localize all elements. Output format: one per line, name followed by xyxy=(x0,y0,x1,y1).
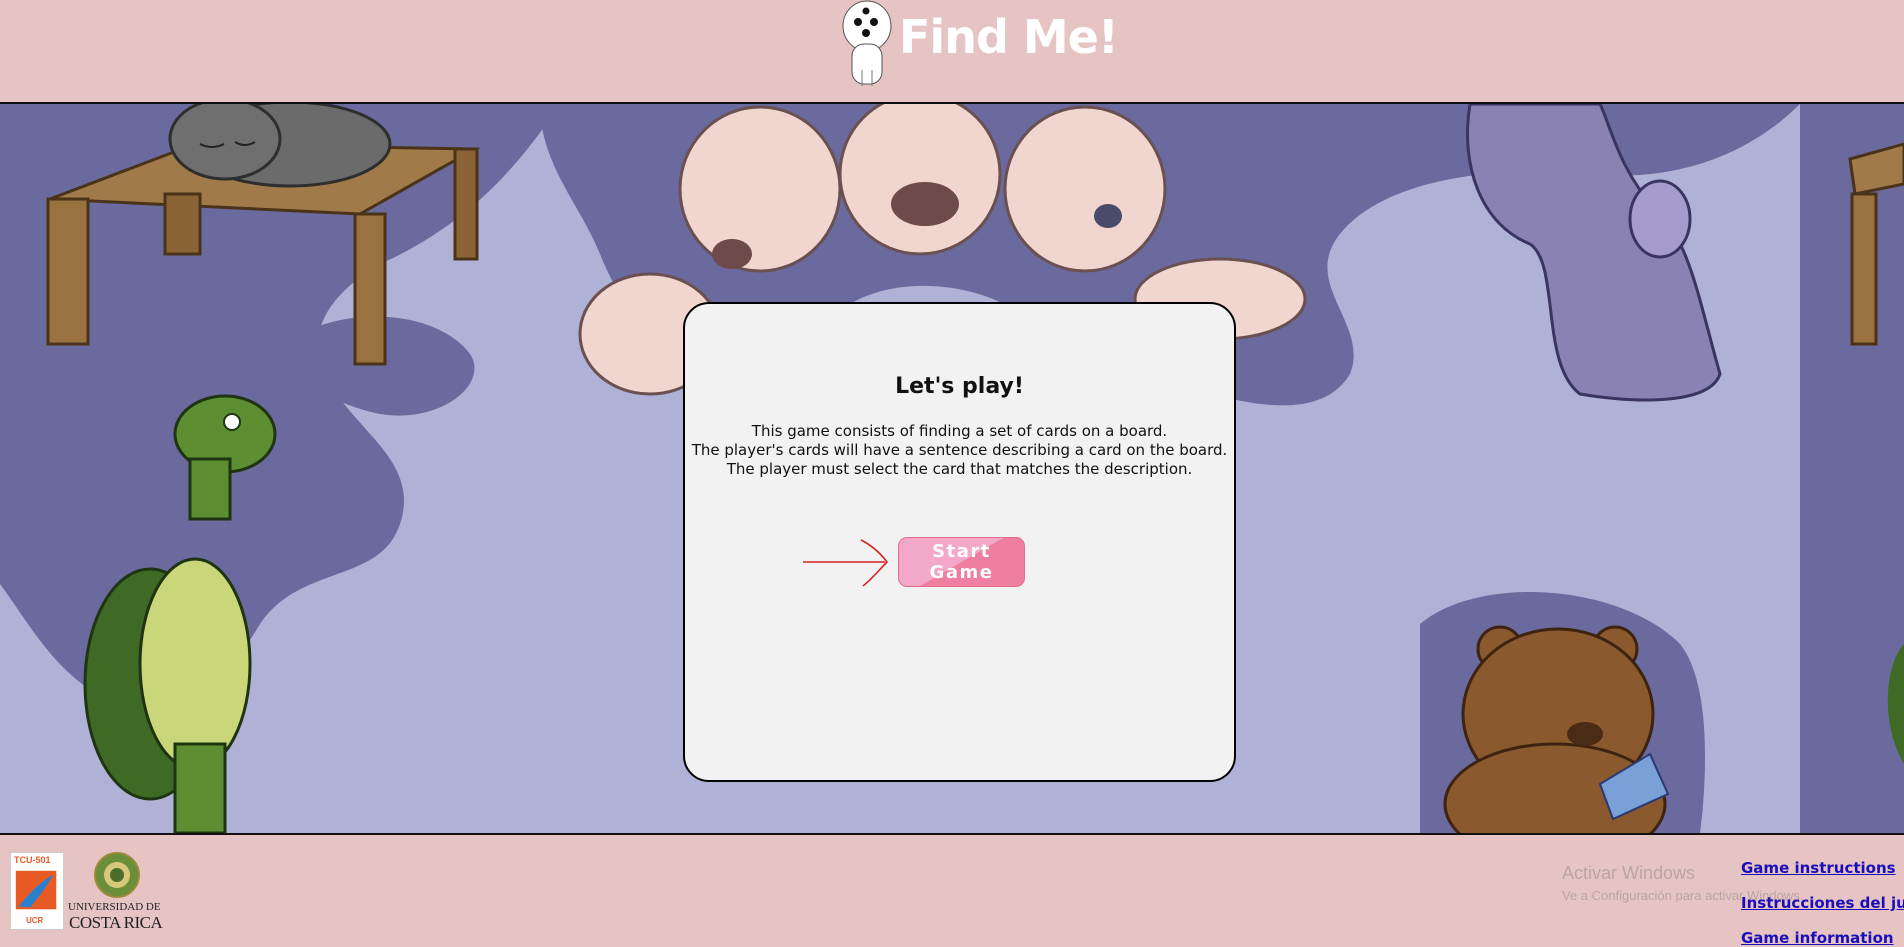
intro-panel: Let's play! This game consists of findin… xyxy=(683,302,1236,782)
game-information-link[interactable]: Game information xyxy=(1741,929,1894,947)
start-game-button[interactable]: Start Game xyxy=(898,537,1025,587)
game-instructions-link[interactable]: Game instructions xyxy=(1741,859,1896,877)
ucr-seal-icon xyxy=(94,852,140,898)
game-title: Find Me! xyxy=(899,10,1119,64)
description-line: The player must select the card that mat… xyxy=(726,460,1193,478)
game-description: This game consists of finding a set of c… xyxy=(685,422,1234,479)
hand-drawn-arrow-icon xyxy=(803,539,889,587)
tcu-logo-label: TCU-501 xyxy=(14,855,51,865)
university-name-line1: UNIVERSIDAD DE xyxy=(68,901,161,913)
description-line: This game consists of finding a set of c… xyxy=(751,422,1168,440)
university-name-line2: COSTA RICA xyxy=(69,913,163,932)
bear-illustration xyxy=(1443,625,1670,833)
description-line: The player's cards will have a sentence … xyxy=(691,441,1228,459)
page-footer: TCU-501 UCR UNIVERSIDAD DE COSTA RICA Ac… xyxy=(0,833,1904,947)
page-header: Find Me! xyxy=(0,0,1904,104)
cat-illustration xyxy=(168,104,392,188)
tcu-logo-sublabel: UCR xyxy=(26,916,44,925)
ghost-dog-mascot-icon xyxy=(842,0,892,86)
windows-activation-title: Activar Windows xyxy=(1562,863,1696,883)
instrucciones-del-juego-link[interactable]: Instrucciones del juego xyxy=(1741,894,1904,912)
panel-heading: Let's play! xyxy=(895,374,1024,399)
